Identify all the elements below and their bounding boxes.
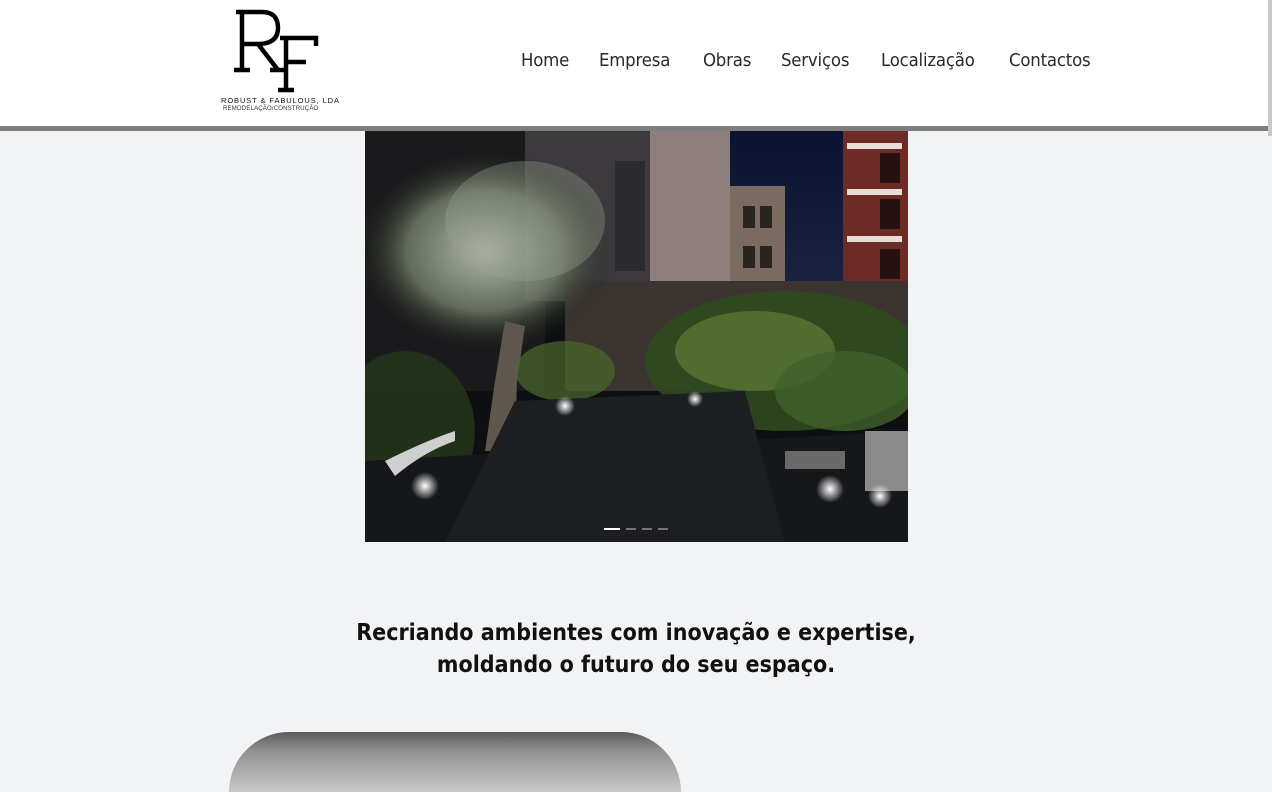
nav-obras[interactable]: Obras bbox=[691, 50, 763, 71]
carousel-dot[interactable] bbox=[658, 528, 668, 530]
main-nav: Home Empresa Obras Serviços Localização … bbox=[509, 50, 1112, 71]
hero-carousel[interactable] bbox=[365, 131, 908, 542]
carousel-dot[interactable] bbox=[626, 528, 636, 530]
nav-localizacao[interactable]: Localização bbox=[869, 50, 987, 71]
rf-monogram-icon bbox=[234, 9, 319, 93]
brand-logo[interactable]: ROBUST & FABULOUS, LDA REMODELAÇÃO/CONST… bbox=[218, 8, 358, 116]
headline-line-2: moldando o futuro do seu espaço. bbox=[436, 652, 836, 678]
brand-name: ROBUST & FABULOUS, LDA bbox=[221, 96, 340, 105]
headline-line-1: Recriando ambientes com inovação e exper… bbox=[356, 620, 916, 646]
carousel-indicators bbox=[604, 528, 668, 530]
nav-contactos[interactable]: Contactos bbox=[997, 50, 1102, 71]
page-scrollbar[interactable] bbox=[1268, 0, 1272, 136]
hero-garden-image bbox=[365, 131, 908, 542]
project-card-image[interactable] bbox=[229, 732, 681, 792]
carousel-dot[interactable] bbox=[642, 528, 652, 530]
nav-home[interactable]: Home bbox=[509, 50, 581, 71]
nav-empresa[interactable]: Empresa bbox=[587, 50, 682, 71]
site-header: ROBUST & FABULOUS, LDA REMODELAÇÃO/CONST… bbox=[0, 0, 1268, 131]
brand-tagline: REMODELAÇÃO/CONSTRUÇÃO bbox=[223, 106, 319, 112]
hero-headline: Recriando ambientes com inovação e exper… bbox=[0, 617, 1272, 681]
carousel-dot[interactable] bbox=[604, 528, 620, 530]
nav-servicos[interactable]: Serviços bbox=[769, 50, 861, 71]
